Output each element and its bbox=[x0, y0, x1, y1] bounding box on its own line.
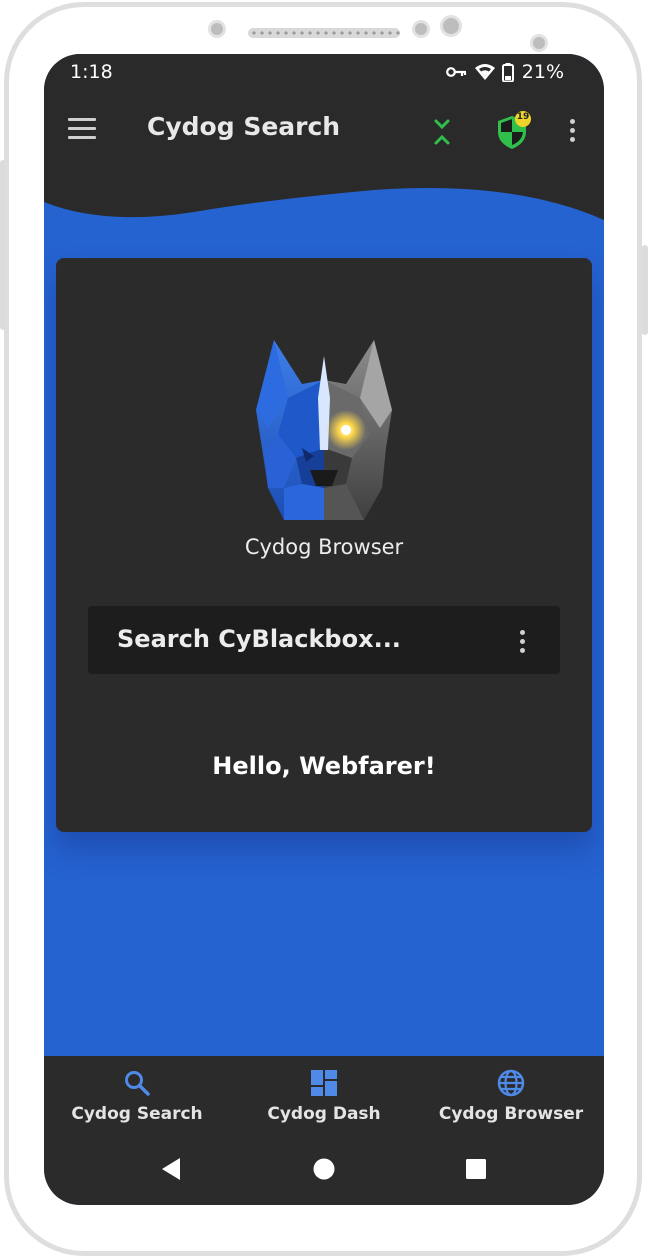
greeting-text: Hello, Webfarer! bbox=[212, 752, 436, 780]
header-wave bbox=[44, 170, 604, 220]
search-options-button[interactable] bbox=[512, 628, 532, 656]
phone-side-button-right bbox=[642, 245, 648, 335]
app-title: Cydog Search bbox=[147, 112, 341, 141]
phone-side-button-left bbox=[0, 160, 6, 330]
menu-button[interactable] bbox=[68, 118, 98, 140]
search-input[interactable]: Search CyBlackbox... bbox=[88, 606, 560, 674]
globe-icon bbox=[497, 1069, 525, 1097]
menu-icon bbox=[68, 118, 96, 121]
nav-label: Cydog Dash bbox=[267, 1104, 381, 1124]
key-icon bbox=[445, 67, 466, 77]
collapse-arrows-icon bbox=[434, 119, 450, 145]
wifi-icon bbox=[474, 64, 495, 80]
shield-badge-count: 19 bbox=[516, 112, 530, 122]
nav-item-cydog-browser[interactable]: Cydog Browser bbox=[418, 1066, 604, 1134]
overflow-menu-button[interactable] bbox=[562, 116, 582, 148]
bottom-navigation: Cydog Search Cydog Dash Cydog Browser bbox=[44, 1056, 604, 1205]
phone-sensor-dot bbox=[412, 20, 430, 38]
status-icons: 21% bbox=[445, 61, 564, 83]
search-icon bbox=[125, 1071, 150, 1096]
battery-icon bbox=[501, 62, 514, 82]
shield-button[interactable]: 19 bbox=[494, 110, 534, 152]
nav-label: Cydog Search bbox=[71, 1104, 203, 1124]
recents-icon[interactable] bbox=[464, 1156, 488, 1182]
phone-sensor-dot bbox=[208, 20, 226, 38]
search-card: Cydog Browser Search CyBlackbox... Hello… bbox=[56, 258, 592, 832]
logo-caption: Cydog Browser bbox=[244, 535, 404, 559]
system-navigation-bar bbox=[44, 1152, 604, 1188]
menu-icon bbox=[68, 136, 96, 139]
nav-label: Cydog Browser bbox=[438, 1104, 584, 1124]
screen: 1:18 21% Cydog Search 19 Cydog Browser S… bbox=[44, 54, 604, 1205]
phone-speaker bbox=[248, 28, 400, 38]
more-vert-icon bbox=[512, 628, 532, 653]
status-time: 1:18 bbox=[70, 61, 113, 83]
battery-percentage: 21% bbox=[521, 61, 564, 83]
nav-item-cydog-dash[interactable]: Cydog Dash bbox=[231, 1066, 417, 1134]
status-bar: 1:18 21% bbox=[44, 54, 604, 92]
cydog-logo-icon bbox=[256, 340, 392, 520]
app-bar: Cydog Search 19 bbox=[44, 92, 604, 172]
search-placeholder: Search CyBlackbox... bbox=[117, 625, 401, 653]
nav-item-cydog-search[interactable]: Cydog Search bbox=[44, 1066, 230, 1134]
phone-sensor-dot bbox=[530, 34, 548, 52]
menu-icon bbox=[68, 127, 96, 130]
back-icon[interactable] bbox=[158, 1156, 182, 1182]
phone-camera bbox=[440, 15, 462, 37]
home-icon[interactable] bbox=[312, 1156, 336, 1182]
more-vert-icon bbox=[562, 116, 582, 142]
collapse-button[interactable] bbox=[428, 116, 456, 148]
dashboard-icon bbox=[311, 1070, 337, 1096]
